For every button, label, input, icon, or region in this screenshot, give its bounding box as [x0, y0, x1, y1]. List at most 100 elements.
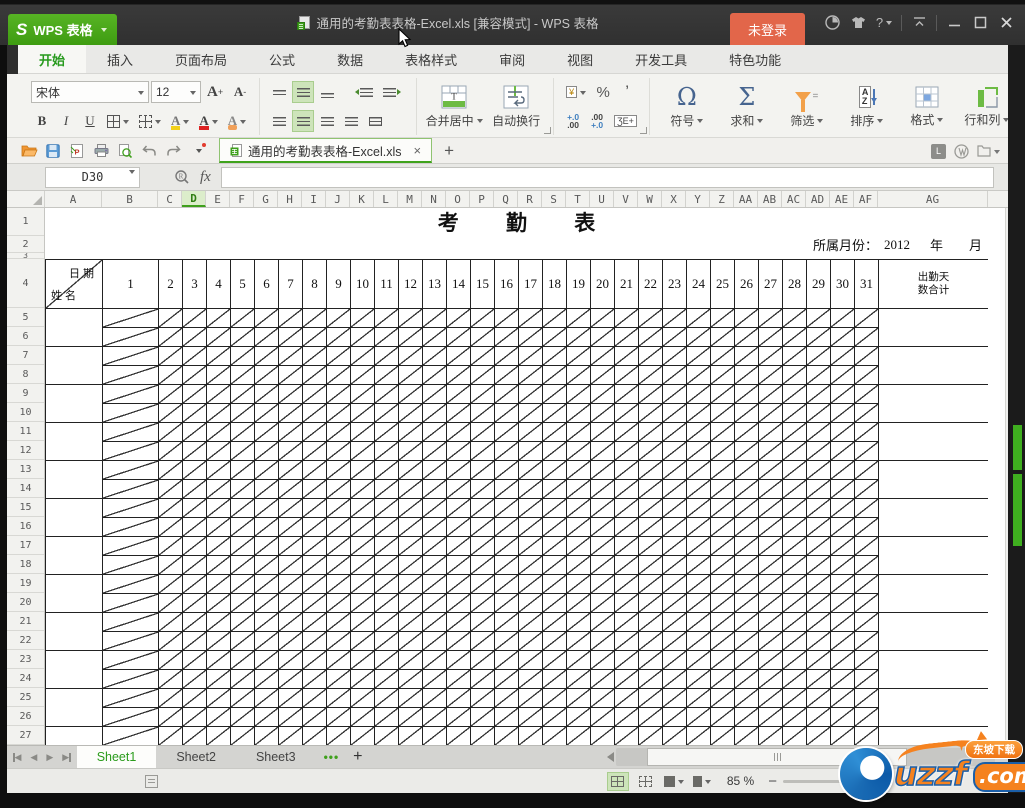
day-cell[interactable] [375, 347, 399, 366]
grid-body[interactable]: 考 勤 表 所属月份： 2012 年 月 日期 姓名 1 2 3 4 5 6 7 8 9 10 11 12… [45, 208, 988, 745]
day-cell[interactable] [207, 385, 231, 404]
day-cell[interactable] [519, 727, 543, 745]
day-cell[interactable] [591, 594, 615, 613]
day-cell[interactable] [103, 689, 159, 708]
day-cell[interactable] [831, 423, 855, 442]
day-cell[interactable] [159, 309, 183, 328]
day-cell[interactable] [639, 613, 663, 632]
decrease-font-button[interactable]: A- [229, 81, 251, 103]
align-middle-button[interactable] [292, 81, 315, 103]
day-cell[interactable] [103, 499, 159, 518]
day-header-24[interactable]: 24 [687, 260, 711, 309]
day-cell[interactable] [207, 461, 231, 480]
day-cell[interactable] [351, 689, 375, 708]
day-cell[interactable] [447, 727, 471, 745]
day-cell[interactable] [183, 366, 207, 385]
day-cell[interactable] [855, 404, 879, 423]
day-header-1[interactable]: 1 [103, 260, 159, 309]
day-cell[interactable] [687, 366, 711, 385]
day-header-19[interactable]: 19 [567, 260, 591, 309]
day-cell[interactable] [591, 670, 615, 689]
day-cell[interactable] [183, 328, 207, 347]
login-button[interactable]: 未登录 [729, 13, 805, 45]
day-cell[interactable] [615, 366, 639, 385]
day-cell[interactable] [807, 461, 831, 480]
day-cell[interactable] [399, 461, 423, 480]
currency-format-button[interactable]: ¥ [562, 81, 590, 103]
row-header-5[interactable]: 5 [7, 308, 44, 327]
day-cell[interactable] [375, 537, 399, 556]
day-cell[interactable] [159, 670, 183, 689]
day-cell[interactable] [207, 575, 231, 594]
day-cell[interactable] [327, 727, 351, 745]
day-cell[interactable] [543, 556, 567, 575]
day-cell[interactable] [327, 632, 351, 651]
day-cell[interactable] [231, 556, 255, 575]
day-cell[interactable] [279, 423, 303, 442]
day-cell[interactable] [375, 632, 399, 651]
column-header-AE[interactable]: AE [830, 191, 854, 207]
day-cell[interactable] [519, 423, 543, 442]
day-cell[interactable] [399, 423, 423, 442]
day-cell[interactable] [351, 423, 375, 442]
day-cell[interactable] [375, 575, 399, 594]
day-cell[interactable] [855, 575, 879, 594]
day-cell[interactable] [103, 366, 159, 385]
day-cell[interactable] [639, 670, 663, 689]
align-left-button[interactable] [268, 110, 290, 132]
day-cell[interactable] [279, 442, 303, 461]
day-cell[interactable] [183, 632, 207, 651]
day-cell[interactable] [303, 613, 327, 632]
day-cell[interactable] [471, 613, 495, 632]
day-cell[interactable] [255, 594, 279, 613]
day-cell[interactable] [687, 385, 711, 404]
day-cell[interactable] [447, 461, 471, 480]
day-cell[interactable] [807, 328, 831, 347]
day-cell[interactable] [591, 385, 615, 404]
day-cell[interactable] [495, 461, 519, 480]
status-icon[interactable] [145, 774, 158, 788]
day-cell[interactable] [231, 651, 255, 670]
day-cell[interactable] [159, 537, 183, 556]
day-cell[interactable] [615, 708, 639, 727]
day-cell[interactable] [231, 442, 255, 461]
day-cell[interactable] [423, 632, 447, 651]
minimize-button[interactable] [941, 11, 967, 35]
day-cell[interactable] [687, 613, 711, 632]
day-cell[interactable] [495, 328, 519, 347]
day-cell[interactable] [855, 537, 879, 556]
day-cell[interactable] [663, 575, 687, 594]
help-icon[interactable]: ? [871, 11, 897, 35]
day-cell[interactable] [423, 556, 447, 575]
day-cell[interactable] [783, 480, 807, 499]
day-cell[interactable] [567, 594, 591, 613]
day-cell[interactable] [783, 347, 807, 366]
day-cell[interactable] [735, 537, 759, 556]
day-cell[interactable] [303, 404, 327, 423]
day-header-6[interactable]: 6 [255, 260, 279, 309]
column-header-K[interactable]: K [350, 191, 374, 207]
merge-center-button[interactable]: T 合并居中 [425, 79, 483, 134]
day-cell[interactable] [351, 708, 375, 727]
formula-input[interactable] [220, 166, 994, 188]
day-cell[interactable] [519, 594, 543, 613]
day-cell[interactable] [183, 309, 207, 328]
day-cell[interactable] [735, 309, 759, 328]
day-cell[interactable] [519, 385, 543, 404]
day-cell[interactable] [807, 632, 831, 651]
day-cell[interactable] [687, 518, 711, 537]
day-cell[interactable] [375, 613, 399, 632]
day-cell[interactable] [423, 404, 447, 423]
day-cell[interactable] [711, 366, 735, 385]
dialog-launcher-icon[interactable] [639, 127, 647, 134]
day-cell[interactable] [639, 328, 663, 347]
day-cell[interactable] [103, 594, 159, 613]
day-cell[interactable] [159, 575, 183, 594]
font-name-select[interactable]: 宋体 [31, 81, 149, 103]
sheet-list-button[interactable]: ••• [316, 746, 348, 768]
day-cell[interactable] [711, 442, 735, 461]
day-cell[interactable] [327, 689, 351, 708]
day-cell[interactable] [279, 499, 303, 518]
menu-tab-数据[interactable]: 数据 [316, 45, 384, 73]
day-cell[interactable] [855, 651, 879, 670]
